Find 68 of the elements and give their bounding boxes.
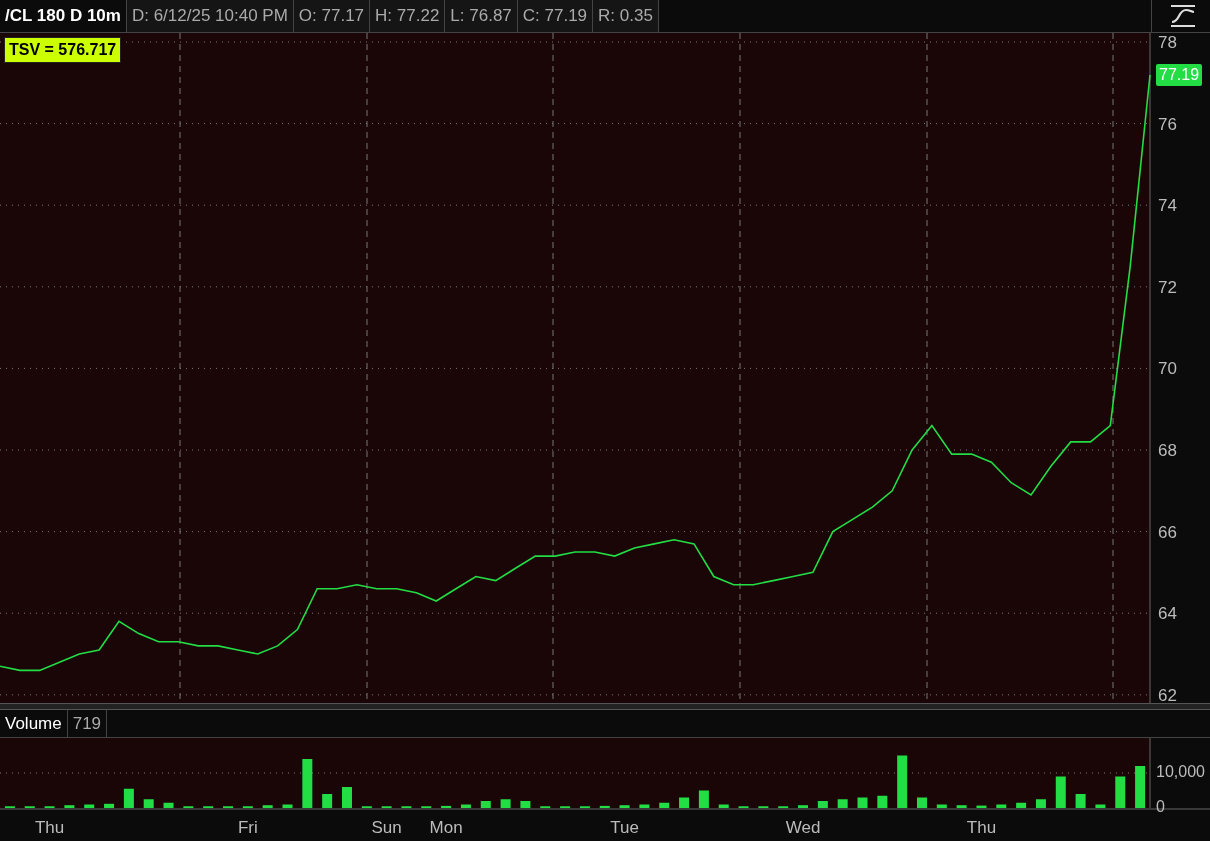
volume-bar	[460, 804, 471, 808]
ohlc-field: O: 77.17	[293, 0, 371, 32]
axis-label: 74	[1158, 196, 1177, 216]
volume-bar	[480, 801, 491, 808]
study-label: TSV = 576.717	[4, 37, 122, 63]
volume-bar	[996, 804, 1007, 808]
volume-bar	[718, 804, 729, 808]
volume-bar	[619, 805, 630, 808]
volume-bar	[302, 759, 313, 808]
volume-bar	[84, 804, 95, 808]
volume-bar	[1016, 802, 1027, 808]
axis-label: Mon	[429, 818, 463, 837]
axis-label: 72	[1158, 277, 1177, 297]
volume-bar	[837, 799, 848, 808]
volume-bar	[262, 805, 273, 808]
volume-bar	[679, 797, 690, 808]
axis-label: 62	[1158, 685, 1177, 703]
volume-bar	[897, 755, 908, 808]
axis-label: Wed	[785, 818, 821, 837]
axis-label: 0	[1156, 798, 1165, 816]
ohlc-field: R: 0.35	[593, 0, 659, 32]
price-badge: 77.19	[1156, 64, 1203, 86]
volume-bar	[917, 797, 927, 808]
volume-bar	[322, 794, 333, 808]
volume-bar	[639, 804, 650, 808]
volume-bar	[1035, 799, 1046, 808]
ohlc-field: C: 77.19	[517, 0, 594, 32]
volume-bar	[282, 804, 293, 808]
axis-label: 78	[1158, 33, 1177, 52]
volume-bar	[1095, 804, 1106, 808]
axis-label: 68	[1158, 441, 1177, 460]
axis-label: Sun	[371, 818, 402, 837]
volume-bar	[877, 795, 888, 808]
volume-bar	[500, 799, 511, 808]
volume-bar	[123, 788, 134, 808]
volume-bar	[659, 802, 670, 808]
volume-bar	[976, 805, 987, 808]
volume-bar	[1075, 794, 1086, 808]
volume-bar	[817, 801, 828, 808]
axis-label: 66	[1158, 522, 1177, 542]
volume-bar	[857, 797, 868, 808]
ohlc-field: D: 6/12/25 10:40 PM	[126, 0, 294, 32]
ohlc-field: H: 77.22	[370, 0, 446, 32]
axis-label: Fri	[237, 818, 258, 837]
volume-bar	[104, 803, 115, 808]
volume-bar	[1115, 776, 1126, 808]
axis-label: Tue	[610, 818, 639, 837]
axis-label: Thu	[34, 818, 65, 837]
volume-bar	[441, 805, 452, 808]
axis-label: Thu	[966, 818, 997, 837]
volume-bar	[956, 805, 967, 808]
volume-bar	[342, 787, 352, 808]
volume-bar	[520, 801, 531, 808]
volume-bar	[1055, 776, 1066, 808]
volume-bar	[936, 804, 947, 808]
chart-style-icon[interactable]	[1168, 3, 1198, 29]
volume-bar	[599, 805, 610, 808]
volume-bar	[798, 805, 808, 808]
volume-bar	[64, 805, 75, 808]
volume-bar	[163, 802, 174, 808]
volume-bar	[143, 799, 154, 808]
axis-label: 76	[1158, 114, 1177, 134]
axis-label: 70	[1158, 359, 1177, 379]
ohlc-field: L: 76.87	[445, 0, 518, 32]
volume-bar	[698, 790, 709, 808]
volume-bar	[1135, 766, 1146, 808]
axis-label: 10,000	[1156, 763, 1205, 781]
axis-label: 64	[1158, 604, 1177, 624]
